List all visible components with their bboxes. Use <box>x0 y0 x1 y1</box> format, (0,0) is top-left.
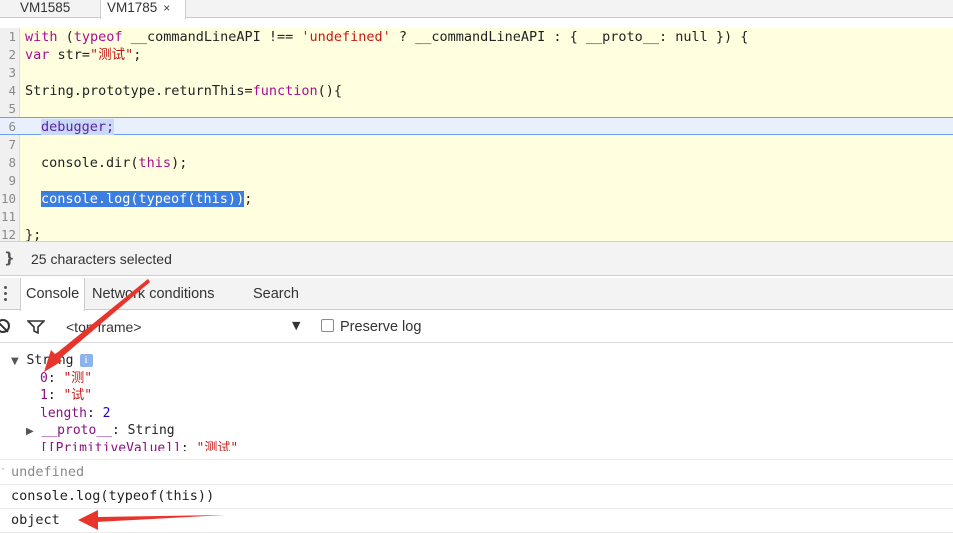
log-text: object <box>11 512 60 528</box>
code-text: String.prototype.returnThis=function(){ <box>25 83 342 99</box>
code-text: var str="测试"; <box>25 47 142 63</box>
line-number: 1 <box>8 29 16 44</box>
line-number: 8 <box>8 155 16 170</box>
tab-search[interactable]: Search <box>248 278 304 310</box>
object-property: length: 2 <box>40 406 111 421</box>
console-output[interactable]: ▼ String i 0: "测" 1: "试" length: 2 ▶ __pr… <box>0 343 953 533</box>
context-selector[interactable]: <top frame> <box>66 319 142 335</box>
text-selection: console.log(typeof(this)) <box>41 191 245 207</box>
drawer-menu-icon[interactable] <box>4 286 8 302</box>
code-line-4: 4 String.prototype.returnThis=function()… <box>0 82 953 100</box>
preserve-log-label: Preserve log <box>340 319 422 335</box>
console-toolbar: <top frame> ▼ Preserve log <box>0 311 953 343</box>
preserve-log-checkbox[interactable] <box>321 319 334 332</box>
primitive-value-property: [[PrimitiveValue]]: "测试" <box>40 441 239 451</box>
line-number: 7 <box>8 137 16 152</box>
line-number: 10 <box>0 191 16 206</box>
code-line-9: 9 <box>0 172 953 190</box>
code-line-7: 7 <box>0 136 953 154</box>
code-line-6-breakpoint[interactable]: 6 debugger; <box>0 117 953 135</box>
line-number: 2 <box>8 47 16 62</box>
tab-vm1585[interactable]: VM1585 <box>14 0 76 18</box>
object-property: 0: "测" <box>40 371 93 386</box>
tab-label: VM1585 <box>20 0 71 15</box>
line-number: 6 <box>8 119 16 134</box>
code-text: console.dir(this); <box>41 155 188 171</box>
close-icon[interactable]: × <box>163 1 170 15</box>
code-text: }; <box>25 227 42 241</box>
line-number: 9 <box>8 173 16 188</box>
line-number: 4 <box>8 83 16 98</box>
clear-console-icon[interactable] <box>0 319 10 333</box>
code-text: with (typeof __commandLineAPI !== 'undef… <box>25 29 749 45</box>
selection-status: 25 characters selected <box>31 251 172 267</box>
drawer-tab-bar: Console Network conditions Search <box>0 278 953 311</box>
result-marker-icon: · <box>0 464 7 475</box>
chevron-down-icon[interactable]: ▼ <box>292 319 300 332</box>
code-line-11: 11 <box>0 208 953 226</box>
result-text: undefined <box>11 464 85 480</box>
console-log-output: object <box>0 508 953 532</box>
code-line-1: 1 with (typeof __commandLineAPI !== 'und… <box>0 28 953 46</box>
filter-icon[interactable] <box>27 320 45 334</box>
object-property: 1: "试" <box>40 388 93 403</box>
expanded-triangle-icon: ▼ <box>11 356 19 367</box>
code-text: console.log(typeof(this)); <box>41 191 253 207</box>
tab-label: VM1785 <box>107 0 158 15</box>
code-line-3: 3 <box>0 64 953 82</box>
tab-console[interactable]: Console <box>20 278 86 311</box>
code-line-5: 5 <box>0 100 953 118</box>
pretty-print-icon[interactable]: } <box>4 249 15 267</box>
code-text: debugger; <box>41 119 115 135</box>
code-line-2: 2 var str="测试"; <box>0 46 953 64</box>
console-command: console.log(typeof(this)) <box>0 484 953 508</box>
proto-property[interactable]: ▶ __proto__: String <box>26 422 175 440</box>
source-tab-strip: VM1585 VM1785 × <box>0 0 953 19</box>
console-result-undefined: · undefined <box>0 460 953 484</box>
collapsed-triangle-icon: ▶ <box>26 426 34 437</box>
info-icon[interactable]: i <box>79 354 93 367</box>
code-line-8: 8 console.dir(this); <box>0 154 953 172</box>
line-number: 11 <box>0 209 16 224</box>
line-number: 12 <box>0 227 16 241</box>
code-editor[interactable]: 1 with (typeof __commandLineAPI !== 'und… <box>0 28 953 241</box>
tab-network-conditions[interactable]: Network conditions <box>87 278 220 310</box>
code-line-10: 10 console.log(typeof(this)); <box>0 190 953 208</box>
object-header[interactable]: ▼ String i <box>11 352 93 370</box>
editor-status-bar: } 25 characters selected <box>0 241 953 276</box>
code-line-12: 12 }; <box>0 226 953 241</box>
line-number: 3 <box>8 65 16 80</box>
command-text: console.log(typeof(this)) <box>11 488 215 504</box>
line-number: 5 <box>8 101 16 116</box>
tab-vm1785[interactable]: VM1785 × <box>100 0 186 19</box>
